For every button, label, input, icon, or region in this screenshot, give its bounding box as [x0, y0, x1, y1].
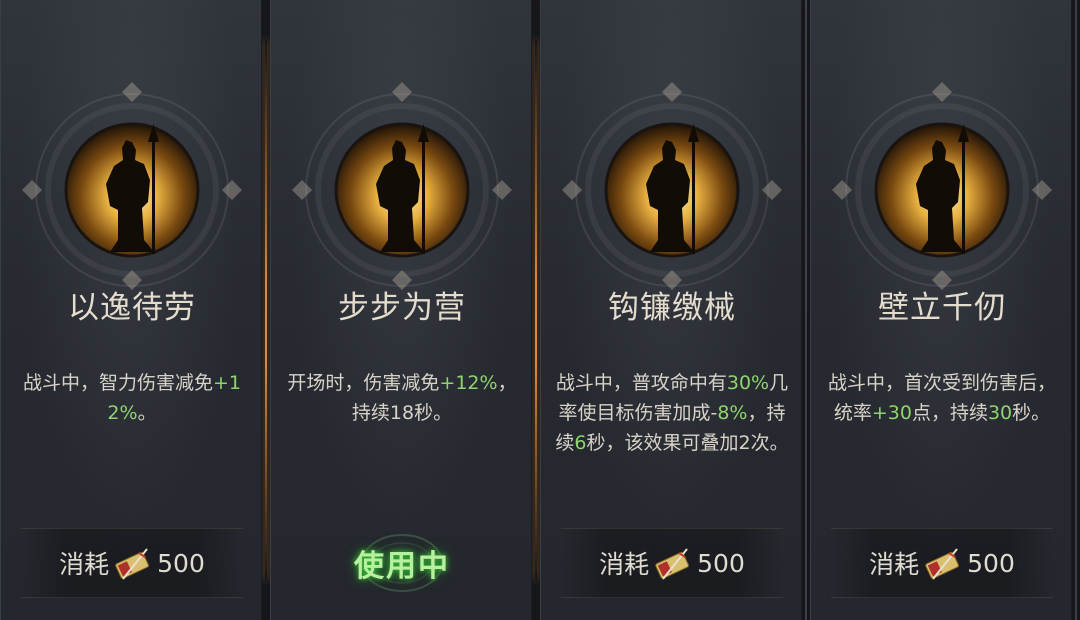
- card-title: 钩镰缴械: [608, 290, 736, 326]
- highlight-value: +30: [871, 402, 912, 424]
- card-title: 步步为营: [338, 290, 466, 326]
- highlight-value: 30%: [726, 372, 770, 394]
- card-description: 战斗中，智力伤害减免+12%。: [15, 368, 249, 428]
- highlight-value: +12%: [439, 372, 498, 394]
- in-use-label: 使用中: [354, 549, 450, 584]
- soldier-emblem-icon: [22, 82, 242, 290]
- description-text: 战斗中，普攻命中有: [555, 372, 727, 394]
- tactic-card-2[interactable]: 钩镰缴械 战斗中，普攻命中有30%几率使目标伤害加成-8%，持续6秒，该效果可叠…: [540, 0, 802, 620]
- cost-value: 500: [157, 548, 205, 578]
- soldier-emblem-icon: [832, 82, 1052, 290]
- highlight-value: 30: [987, 402, 1013, 424]
- card-description: 战斗中，普攻命中有30%几率使目标伤害加成-8%，持续6秒，该效果可叠加2次。: [555, 368, 789, 458]
- cost-label: 消耗: [59, 550, 110, 579]
- highlight-value: 8%: [717, 402, 748, 424]
- token-ticket-icon: [655, 548, 690, 580]
- description-text: 。: [137, 402, 157, 424]
- tactic-card-1[interactable]: 步步为营 开场时，伤害减免+12%，持续18秒。 使用中: [270, 0, 532, 620]
- token-ticket-icon: [925, 548, 960, 580]
- card-description: 战斗中，首次受到伤害后，统率+30点，持续30秒。: [825, 368, 1059, 428]
- cost-label: 消耗: [599, 550, 650, 579]
- tactic-card-3[interactable]: 壁立千仞 战斗中，首次受到伤害后，统率+30点，持续30秒。 消耗 500: [810, 0, 1072, 620]
- description-text: 秒，该效果可叠加2次。: [586, 432, 789, 454]
- card-separator: [1072, 0, 1080, 620]
- soldier-emblem-icon: [292, 82, 512, 290]
- description-text: 开场时，伤害减免: [287, 372, 440, 394]
- highlight-value: 6: [574, 432, 587, 454]
- token-ticket-icon: [115, 548, 150, 580]
- cost-value: 500: [967, 548, 1015, 578]
- card-description: 开场时，伤害减免+12%，持续18秒。: [285, 368, 519, 428]
- card-title: 壁立千仞: [878, 290, 1006, 326]
- description-text: 战斗中，智力伤害减免: [22, 372, 213, 394]
- card-separator-active-left: [262, 0, 270, 620]
- description-text: 点，持续: [911, 402, 988, 424]
- card-separator-active-right: [532, 0, 540, 620]
- cost-label: 消耗: [869, 550, 920, 579]
- description-text: 秒。: [1012, 402, 1051, 424]
- cost-button[interactable]: 消耗 500: [561, 528, 783, 598]
- in-use-status: 使用中: [291, 528, 513, 598]
- card-separator: [802, 0, 810, 620]
- card-title: 以逸待劳: [68, 290, 196, 326]
- cost-button[interactable]: 消耗 500: [831, 528, 1053, 598]
- cost-value: 500: [697, 548, 745, 578]
- soldier-emblem-icon: [562, 82, 782, 290]
- cost-button[interactable]: 消耗 500: [21, 528, 243, 598]
- tactic-card-0[interactable]: 以逸待劳 战斗中，智力伤害减免+12%。 消耗 500: [0, 0, 262, 620]
